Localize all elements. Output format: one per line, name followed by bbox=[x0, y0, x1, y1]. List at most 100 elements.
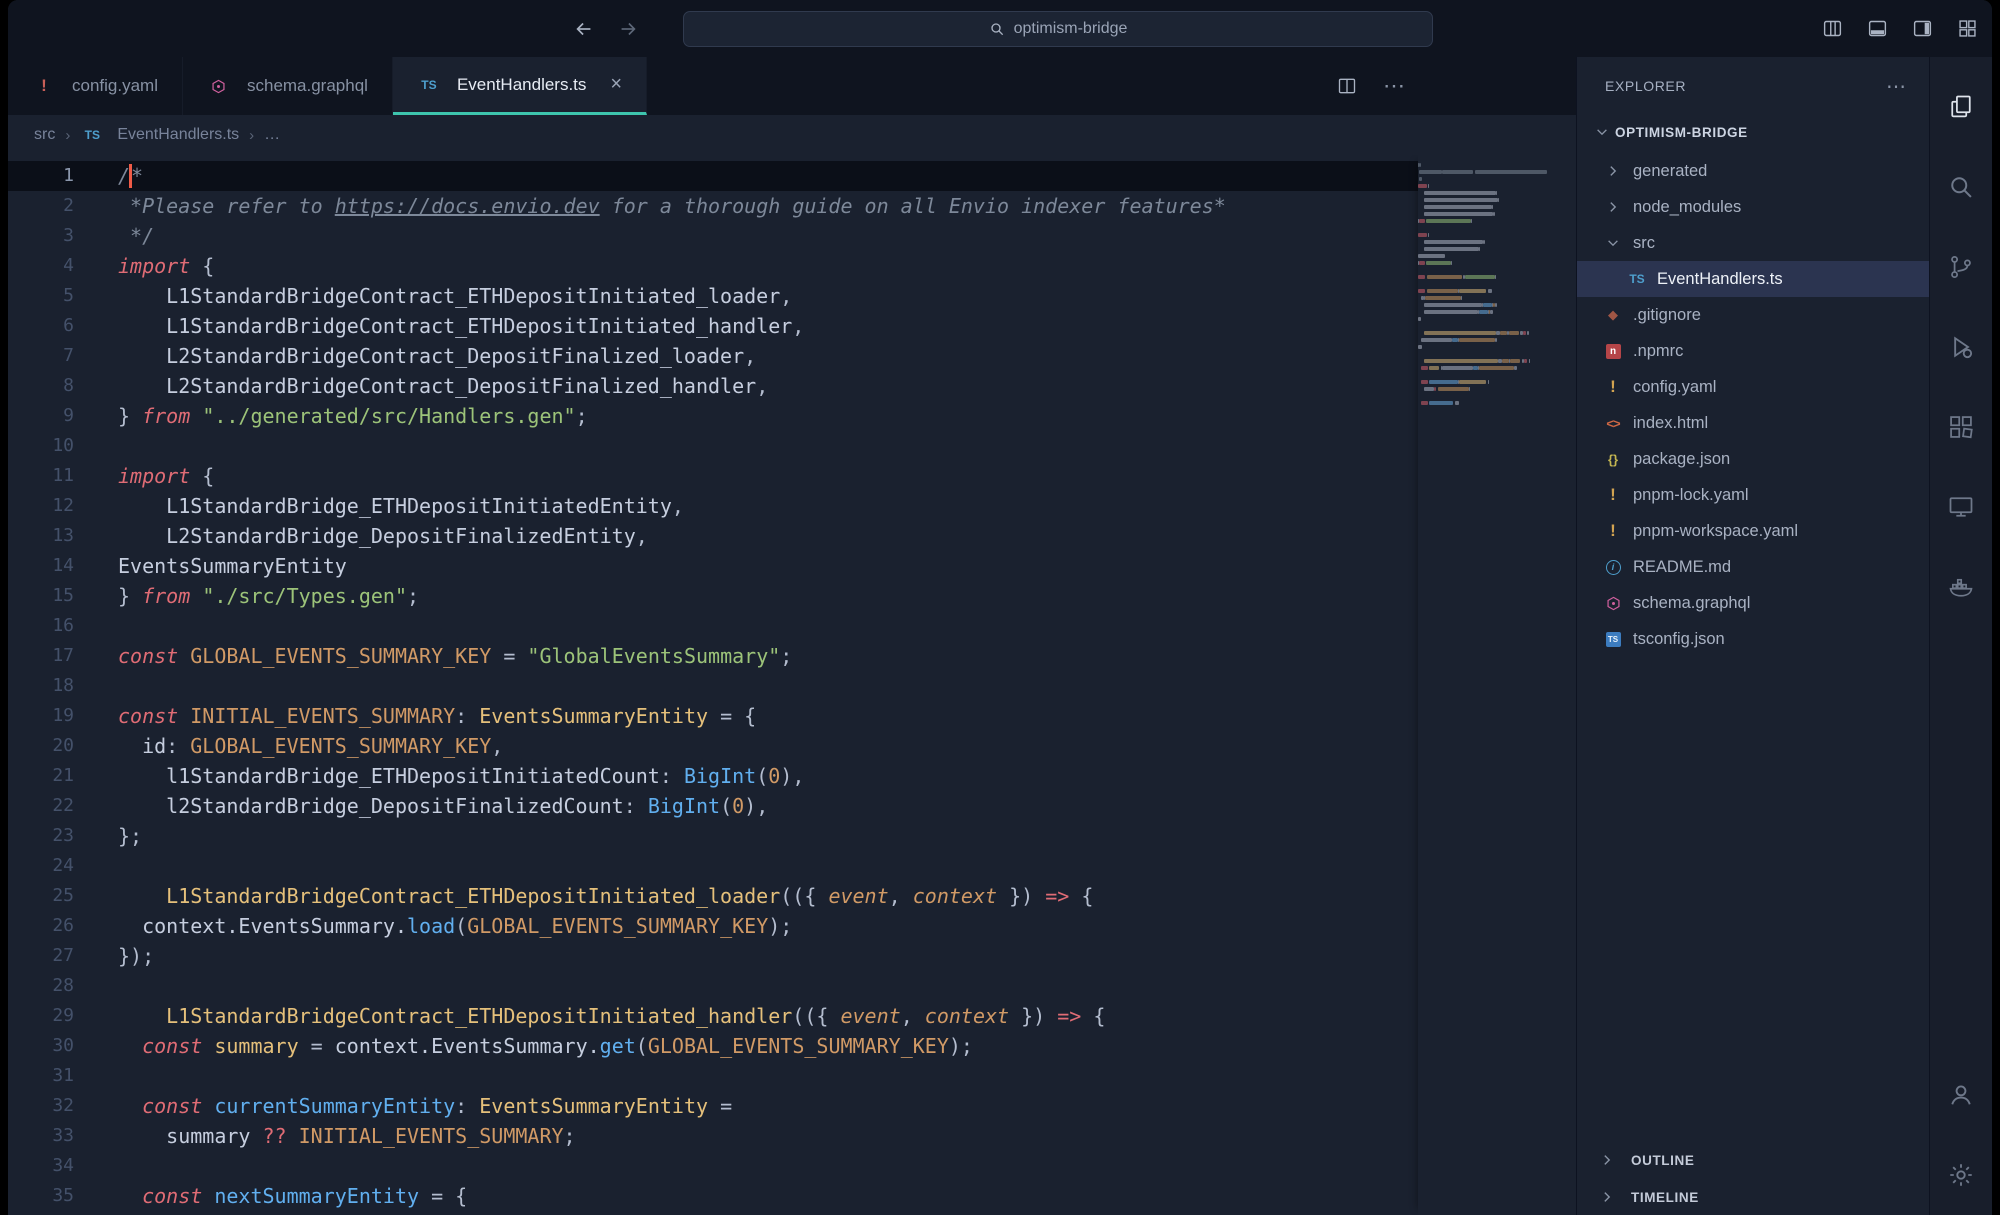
code-line[interactable]: 14EventsSummaryEntity bbox=[8, 551, 1418, 581]
command-center-search[interactable]: optimism-bridge bbox=[683, 11, 1433, 47]
code-line[interactable]: 16 bbox=[8, 611, 1418, 641]
section-outline[interactable]: OUTLINE bbox=[1577, 1141, 1929, 1178]
code-line[interactable]: 21 l1StandardBridge_ETHDepositInitiatedC… bbox=[8, 761, 1418, 791]
code-text: l1StandardBridge_ETHDepositInitiatedCoun… bbox=[118, 761, 804, 791]
minimap-line bbox=[1418, 184, 1549, 188]
code-line[interactable]: 17const GLOBAL_EVENTS_SUMMARY_KEY = "Glo… bbox=[8, 641, 1418, 671]
code-line[interactable]: 10 bbox=[8, 431, 1418, 461]
code-line[interactable]: 2 *Please refer to https://docs.envio.de… bbox=[8, 191, 1418, 221]
editor-scrollbar[interactable] bbox=[1549, 155, 1576, 1215]
minimap-line bbox=[1418, 212, 1549, 216]
remote-icon[interactable] bbox=[1930, 467, 1992, 547]
ts-icon: TS bbox=[421, 78, 436, 92]
source-control-icon[interactable] bbox=[1930, 227, 1992, 307]
code-line[interactable]: 26 context.EventsSummary.load(GLOBAL_EVE… bbox=[8, 911, 1418, 941]
split-editor-icon[interactable] bbox=[1337, 76, 1357, 96]
code-line[interactable]: 22 l2StandardBridge_DepositFinalizedCoun… bbox=[8, 791, 1418, 821]
minimap-line bbox=[1418, 254, 1549, 258]
code-line[interactable]: 31 bbox=[8, 1061, 1418, 1091]
code-line[interactable]: 34 bbox=[8, 1151, 1418, 1181]
code-line[interactable]: 19const INITIAL_EVENTS_SUMMARY: EventsSu… bbox=[8, 701, 1418, 731]
breadcrumb-label: … bbox=[264, 126, 280, 144]
settings-icon[interactable] bbox=[1930, 1135, 1992, 1215]
toggle-secondary-sidebar-icon[interactable] bbox=[1912, 18, 1933, 39]
code-line[interactable]: 23}; bbox=[8, 821, 1418, 851]
workspace-root[interactable]: OPTIMISM-BRIDGE bbox=[1577, 115, 1929, 149]
customize-layout-icon[interactable] bbox=[1957, 18, 1978, 39]
breadcrumb-label: EventHandlers.ts bbox=[117, 126, 239, 144]
explorer-title: EXPLORER bbox=[1605, 78, 1686, 94]
file-item-config.yaml[interactable]: !config.yaml bbox=[1577, 369, 1929, 405]
back-icon[interactable] bbox=[573, 18, 595, 40]
breadcrumb-item[interactable]: TSEventHandlers.ts bbox=[80, 126, 239, 144]
code-line[interactable]: 27}); bbox=[8, 941, 1418, 971]
file-item-.gitignore[interactable]: ◆.gitignore bbox=[1577, 297, 1929, 333]
docker-icon[interactable] bbox=[1930, 547, 1992, 627]
file-item-pnpm-lock.yaml[interactable]: !pnpm-lock.yaml bbox=[1577, 477, 1929, 513]
forward-icon[interactable] bbox=[617, 18, 639, 40]
run-debug-icon[interactable] bbox=[1930, 307, 1992, 387]
code-line[interactable]: 35 const nextSummaryEntity = { bbox=[8, 1181, 1418, 1211]
line-number: 12 bbox=[8, 491, 74, 521]
file-item-tsconfig.json[interactable]: TStsconfig.json bbox=[1577, 621, 1929, 657]
extensions-icon[interactable] bbox=[1930, 387, 1992, 467]
file-item-label: config.yaml bbox=[1633, 378, 1716, 397]
code-line[interactable]: 3 */ bbox=[8, 221, 1418, 251]
code-line[interactable]: 30 const summary = context.EventsSummary… bbox=[8, 1031, 1418, 1061]
tab-schema.graphql[interactable]: schema.graphql bbox=[183, 57, 393, 115]
file-item-EventHandlers.ts[interactable]: TSEventHandlers.ts bbox=[1577, 261, 1929, 297]
tab-config.yaml[interactable]: !config.yaml bbox=[8, 57, 183, 115]
file-item-node_modules[interactable]: node_modules bbox=[1577, 189, 1929, 225]
account-icon[interactable] bbox=[1930, 1055, 1992, 1135]
file-item-src[interactable]: src bbox=[1577, 225, 1929, 261]
explorer-more-icon[interactable]: ⋯ bbox=[1886, 74, 1907, 99]
file-item-pnpm-workspace.yaml[interactable]: !pnpm-workspace.yaml bbox=[1577, 513, 1929, 549]
code-line[interactable]: 29 L1StandardBridgeContract_ETHDepositIn… bbox=[8, 1001, 1418, 1031]
minimap-line bbox=[1418, 345, 1549, 349]
code-line[interactable]: 4import { bbox=[8, 251, 1418, 281]
code-line[interactable]: 33 summary ?? INITIAL_EVENTS_SUMMARY; bbox=[8, 1121, 1418, 1151]
code-line[interactable]: 9} from "../generated/src/Handlers.gen"; bbox=[8, 401, 1418, 431]
line-number: 26 bbox=[8, 911, 74, 941]
toggle-sidebar-icon[interactable] bbox=[1822, 18, 1843, 39]
code-line[interactable]: 7 L2StandardBridgeContract_DepositFinali… bbox=[8, 341, 1418, 371]
code-line[interactable]: 5 L1StandardBridgeContract_ETHDepositIni… bbox=[8, 281, 1418, 311]
section-timeline[interactable]: TIMELINE bbox=[1577, 1178, 1929, 1215]
file-item-.npmrc[interactable]: n.npmrc bbox=[1577, 333, 1929, 369]
code-line[interactable]: 18 bbox=[8, 671, 1418, 701]
minimap-line bbox=[1418, 366, 1549, 370]
file-item-index.html[interactable]: <>index.html bbox=[1577, 405, 1929, 441]
code-line[interactable]: 32 const currentSummaryEntity: EventsSum… bbox=[8, 1091, 1418, 1121]
code-line[interactable]: 13 L2StandardBridge_DepositFinalizedEnti… bbox=[8, 521, 1418, 551]
code-line[interactable]: 1/* bbox=[8, 161, 1418, 191]
minimap[interactable] bbox=[1418, 155, 1549, 1215]
code-line[interactable]: 11import { bbox=[8, 461, 1418, 491]
code-line[interactable]: 20 id: GLOBAL_EVENTS_SUMMARY_KEY, bbox=[8, 731, 1418, 761]
minimap-line bbox=[1418, 296, 1549, 300]
file-item-generated[interactable]: generated bbox=[1577, 153, 1929, 189]
tab-bar: !config.yamlschema.graphqlTSEventHandler… bbox=[8, 57, 1576, 115]
toggle-panel-icon[interactable] bbox=[1867, 18, 1888, 39]
code-text: import { bbox=[118, 251, 214, 281]
activity-bar-bottom bbox=[1930, 1055, 1992, 1215]
explorer-icon[interactable] bbox=[1930, 67, 1992, 147]
breadcrumb-item[interactable]: src bbox=[34, 126, 55, 144]
code-line[interactable]: 24 bbox=[8, 851, 1418, 881]
file-item-README.md[interactable]: iREADME.md bbox=[1577, 549, 1929, 585]
npm-icon: n bbox=[1606, 344, 1621, 359]
breadcrumb-item[interactable]: … bbox=[264, 126, 280, 144]
code-line[interactable]: 15} from "./src/Types.gen"; bbox=[8, 581, 1418, 611]
search-icon[interactable] bbox=[1930, 147, 1992, 227]
code-line[interactable]: 25 L1StandardBridgeContract_ETHDepositIn… bbox=[8, 881, 1418, 911]
close-icon[interactable]: × bbox=[610, 73, 622, 96]
code-line[interactable]: 12 L1StandardBridge_ETHDepositInitiatedE… bbox=[8, 491, 1418, 521]
code-line[interactable]: 6 L1StandardBridgeContract_ETHDepositIni… bbox=[8, 311, 1418, 341]
code-editor[interactable]: 1/*2 *Please refer to https://docs.envio… bbox=[8, 155, 1576, 1215]
code-line[interactable]: 8 L2StandardBridgeContract_DepositFinali… bbox=[8, 371, 1418, 401]
code-line[interactable]: 28 bbox=[8, 971, 1418, 1001]
file-item-package.json[interactable]: {}package.json bbox=[1577, 441, 1929, 477]
file-item-schema.graphql[interactable]: schema.graphql bbox=[1577, 585, 1929, 621]
tab-EventHandlers.ts[interactable]: TSEventHandlers.ts× bbox=[393, 57, 647, 115]
breadcrumb[interactable]: src›TSEventHandlers.ts›… bbox=[8, 115, 1576, 155]
more-actions-icon[interactable]: ⋯ bbox=[1383, 73, 1406, 99]
